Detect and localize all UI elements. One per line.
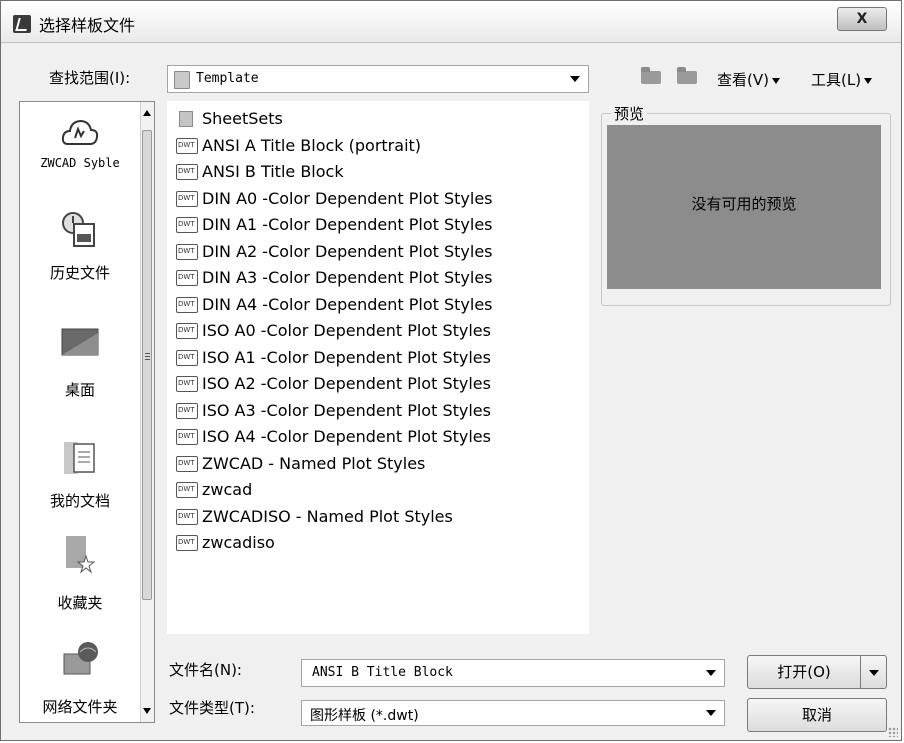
dwt-file-icon <box>176 243 198 260</box>
file-name: DIN A1 -Color Dependent Plot Styles <box>202 215 493 234</box>
dwt-file-icon <box>176 137 198 154</box>
file-name: DIN A3 -Color Dependent Plot Styles <box>202 268 493 287</box>
filename-field[interactable]: ANSI B Title Block <box>301 659 725 687</box>
filetype-dropdown[interactable]: 图形样板 (*.dwt) <box>301 700 725 726</box>
file-name: zwcad <box>202 480 253 499</box>
file-name: zwcadiso <box>202 533 275 552</box>
cancel-button[interactable]: 取消 <box>747 698 887 732</box>
place-desktop[interactable]: 桌面 <box>20 327 140 400</box>
scroll-down-icon[interactable] <box>143 708 151 714</box>
scrollbar-thumb[interactable] <box>142 130 152 600</box>
filename-label: 文件名(N): <box>169 661 242 679</box>
look-in-label: 查找范围(I): <box>49 69 131 87</box>
file-list[interactable]: SheetSets ANSI A Title Block (portrait) AN… <box>167 101 589 634</box>
place-favorites[interactable]: 收藏夹 <box>20 534 140 613</box>
new-folder-icon[interactable] <box>677 67 697 85</box>
no-preview-text: 没有可用的预览 <box>691 195 797 213</box>
places-bar: ZWCAD Syble 历史文件 桌面 我的文档 收藏夹 网络文件夹 <box>19 101 155 723</box>
history-icon <box>62 212 95 247</box>
dwt-file-icon <box>176 190 198 207</box>
place-label: 收藏夹 <box>57 594 103 612</box>
folder-icon <box>174 71 190 89</box>
zwcad-cloud-icon <box>61 119 99 145</box>
view-menu-label: 查看(V) <box>717 71 769 89</box>
file-name: ZWCAD - Named Plot Styles <box>202 453 426 473</box>
file-name: ISO A3 -Color Dependent Plot Styles <box>202 400 491 420</box>
favorites-icon <box>66 536 96 574</box>
chevron-down-icon[interactable] <box>869 670 879 676</box>
file-name: DIN A0 -Color Dependent Plot Styles <box>202 188 493 208</box>
dwt-file-icon <box>176 349 198 366</box>
grip-icon <box>145 353 150 354</box>
dwt-file-icon <box>176 429 198 445</box>
place-zwcad-syble[interactable]: ZWCAD Syble <box>20 114 140 170</box>
tools-menu-label: 工具(L) <box>811 71 862 89</box>
file-name: DIN A4 -Color Dependent Plot Styles <box>202 294 493 314</box>
preview-label: 预览 <box>611 103 648 124</box>
file-name: DIN A2 -Color Dependent Plot Styles <box>202 241 493 261</box>
file-name: ISO A0 -Color Dependent Plot Styles <box>202 321 491 340</box>
place-label: ZWCAD Syble <box>40 156 120 170</box>
place-label: 历史文件 <box>49 264 110 282</box>
place-label: 我的文档 <box>49 492 110 510</box>
folder-icon <box>176 111 198 127</box>
dwt-file-icon <box>176 402 198 419</box>
dwt-file-icon <box>176 217 198 233</box>
place-label: 网络文件夹 <box>42 698 118 716</box>
dwt-file-icon <box>176 270 198 286</box>
open-button[interactable]: 打开(O) <box>747 655 887 689</box>
file-name: ANSI B Title Block <box>202 162 344 181</box>
dwt-file-icon <box>176 455 198 472</box>
title-bar[interactable]: 选择样板文件 X <box>1 1 901 43</box>
dwt-file-icon <box>176 535 198 551</box>
documents-icon <box>64 442 95 474</box>
open-button-label: 打开(O) <box>777 663 831 681</box>
place-label: 桌面 <box>64 381 95 399</box>
close-button[interactable]: X <box>837 7 887 31</box>
file-name: ISO A2 -Color Dependent Plot Styles <box>202 374 491 393</box>
places-scrollbar[interactable] <box>140 102 154 722</box>
place-network-folder[interactable]: 网络文件夹 <box>20 640 140 717</box>
file-name: ISO A1 -Color Dependent Plot Styles <box>202 347 491 367</box>
split-divider <box>860 656 861 688</box>
desktop-icon <box>61 328 99 356</box>
place-history[interactable]: 历史文件 <box>20 210 140 283</box>
look-in-value: Template <box>196 71 259 86</box>
file-name: SheetSets <box>202 109 283 128</box>
filetype-label: 文件类型(T): <box>169 699 255 717</box>
chevron-down-icon <box>570 76 580 82</box>
dwt-file-icon <box>176 296 198 313</box>
place-my-documents[interactable]: 我的文档 <box>20 440 140 511</box>
back-folder-icon[interactable] <box>641 67 661 85</box>
file-name: ANSI A Title Block (portrait) <box>202 135 422 155</box>
preview-area: 没有可用的预览 <box>607 125 881 289</box>
chevron-down-icon <box>771 77 780 84</box>
view-menu[interactable]: 查看(V) <box>717 69 780 90</box>
resize-grip-icon[interactable] <box>888 727 898 737</box>
app-icon <box>13 15 31 33</box>
chevron-down-icon[interactable] <box>706 670 716 676</box>
network-folder-icon <box>63 642 98 675</box>
look-in-dropdown[interactable]: Template <box>167 65 589 93</box>
dwt-file-icon <box>176 482 198 498</box>
chevron-down-icon <box>706 710 716 716</box>
chevron-down-icon <box>864 77 873 84</box>
filename-value: ANSI B Title Block <box>312 665 453 680</box>
file-name: ISO A4 -Color Dependent Plot Styles <box>202 427 491 446</box>
dwt-file-icon <box>176 376 198 392</box>
filetype-value: 图形样板 (*.dwt) <box>310 708 419 724</box>
tools-menu[interactable]: 工具(L) <box>811 69 873 90</box>
file-name: ZWCADISO - Named Plot Styles <box>202 506 453 526</box>
dwt-file-icon <box>176 164 198 180</box>
dwt-file-icon <box>176 323 198 339</box>
close-icon: X <box>856 11 868 27</box>
window-title: 选择样板文件 <box>39 16 136 35</box>
select-template-dialog: 选择样板文件 X 查找范围(I): Template 查看(V) 工具(L) Z… <box>0 0 902 741</box>
scroll-up-icon[interactable] <box>143 110 151 116</box>
dwt-file-icon <box>176 508 198 525</box>
